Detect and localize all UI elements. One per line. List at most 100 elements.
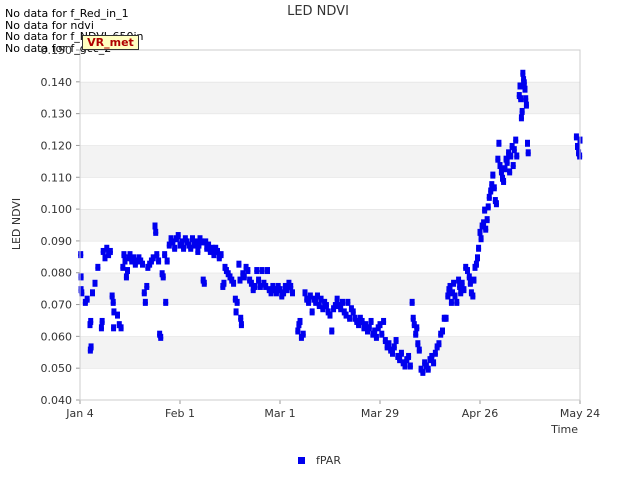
data-point <box>78 276 84 281</box>
data-point <box>347 317 353 322</box>
data-point <box>475 257 480 262</box>
grid-band <box>80 272 580 305</box>
grid-band <box>80 50 580 82</box>
site-badge: VR_met <box>82 35 139 50</box>
data-point <box>431 362 437 367</box>
data-point <box>164 260 170 265</box>
data-point <box>420 371 426 376</box>
data-point <box>454 301 460 306</box>
data-point <box>329 330 335 335</box>
data-point <box>237 279 243 284</box>
data-point <box>309 311 315 316</box>
data-point <box>236 263 242 268</box>
x-tick-label: Mar 29 <box>361 407 399 420</box>
data-point <box>473 263 479 268</box>
data-point <box>471 279 477 284</box>
data-point <box>484 219 490 224</box>
data-point <box>198 241 204 246</box>
data-point <box>514 155 520 160</box>
no-data-note: No data for f_Red_in_1 <box>5 7 129 20</box>
data-point <box>486 196 492 201</box>
data-point <box>507 171 513 176</box>
data-point <box>107 250 113 255</box>
data-point <box>451 282 457 287</box>
data-point <box>153 231 159 236</box>
data-point <box>231 282 237 287</box>
data-point <box>490 174 496 179</box>
data-point <box>254 270 260 275</box>
data-point <box>432 352 438 357</box>
data-point <box>233 311 239 316</box>
y-tick-label: 0.120 <box>41 139 73 152</box>
data-point <box>99 320 105 325</box>
data-point <box>141 292 147 297</box>
data-point <box>142 301 148 306</box>
y-tick-label: 0.130 <box>41 108 73 121</box>
data-point <box>172 247 178 252</box>
grid-band <box>80 336 580 369</box>
data-point <box>98 327 104 332</box>
data-point <box>491 187 497 192</box>
data-point <box>406 355 412 360</box>
y-tick-label: 0.080 <box>41 267 73 280</box>
data-point <box>414 327 420 332</box>
legend-marker <box>298 457 305 464</box>
data-point <box>259 270 265 275</box>
grid-band <box>80 81 580 114</box>
data-point <box>448 301 454 306</box>
data-point <box>502 168 508 173</box>
y-axis-label: LED NDVI <box>10 198 23 250</box>
legend-label: fPAR <box>316 454 341 467</box>
data-point <box>518 98 524 103</box>
data-point <box>443 317 449 322</box>
data-point <box>523 104 529 109</box>
data-point <box>340 301 345 306</box>
data-point <box>496 142 502 147</box>
data-point <box>504 161 510 166</box>
data-point <box>238 324 244 329</box>
y-tick-label: 0.090 <box>41 235 73 248</box>
data-point <box>160 276 166 281</box>
data-point <box>265 270 270 275</box>
data-point <box>425 368 431 373</box>
data-point <box>391 346 397 351</box>
data-point <box>156 260 162 265</box>
data-point <box>218 254 224 259</box>
y-tick-label: 0.140 <box>41 76 73 89</box>
grid-band <box>80 113 580 146</box>
data-point <box>158 336 164 341</box>
x-axis: Jan 4 Feb 1 Mar 1 Mar 29 Apr 26 May 24 <box>65 400 600 420</box>
grid-band <box>80 368 580 400</box>
data-point <box>327 314 333 319</box>
y-axis: 0.040 0.050 0.060 0.070 0.080 0.090 0.100 0.110… <box>41 44 80 407</box>
data-point <box>140 263 145 268</box>
data-point <box>88 346 94 351</box>
data-point <box>95 266 101 271</box>
data-point <box>120 266 126 271</box>
data-point <box>510 165 516 170</box>
data-point <box>416 349 422 354</box>
data-point <box>483 228 489 233</box>
data-point <box>413 333 419 338</box>
data-point <box>398 352 404 357</box>
x-tick-label: Jan 4 <box>65 407 93 420</box>
x-tick-label: Apr 26 <box>462 407 499 420</box>
data-point <box>470 295 476 300</box>
data-point <box>519 110 525 115</box>
data-point <box>525 142 530 147</box>
data-point <box>381 320 387 325</box>
data-point <box>144 285 150 290</box>
y-tick-label: 0.040 <box>41 394 73 407</box>
y-tick-label: 0.070 <box>41 299 73 312</box>
data-point <box>476 247 482 252</box>
data-point <box>241 276 247 281</box>
data-point <box>440 330 445 335</box>
data-point <box>478 238 484 243</box>
data-point <box>92 282 98 287</box>
data-point <box>485 206 491 211</box>
data-point <box>373 336 379 341</box>
data-point <box>201 282 207 287</box>
data-point <box>234 301 240 306</box>
data-point <box>118 327 124 332</box>
data-point <box>111 327 117 332</box>
